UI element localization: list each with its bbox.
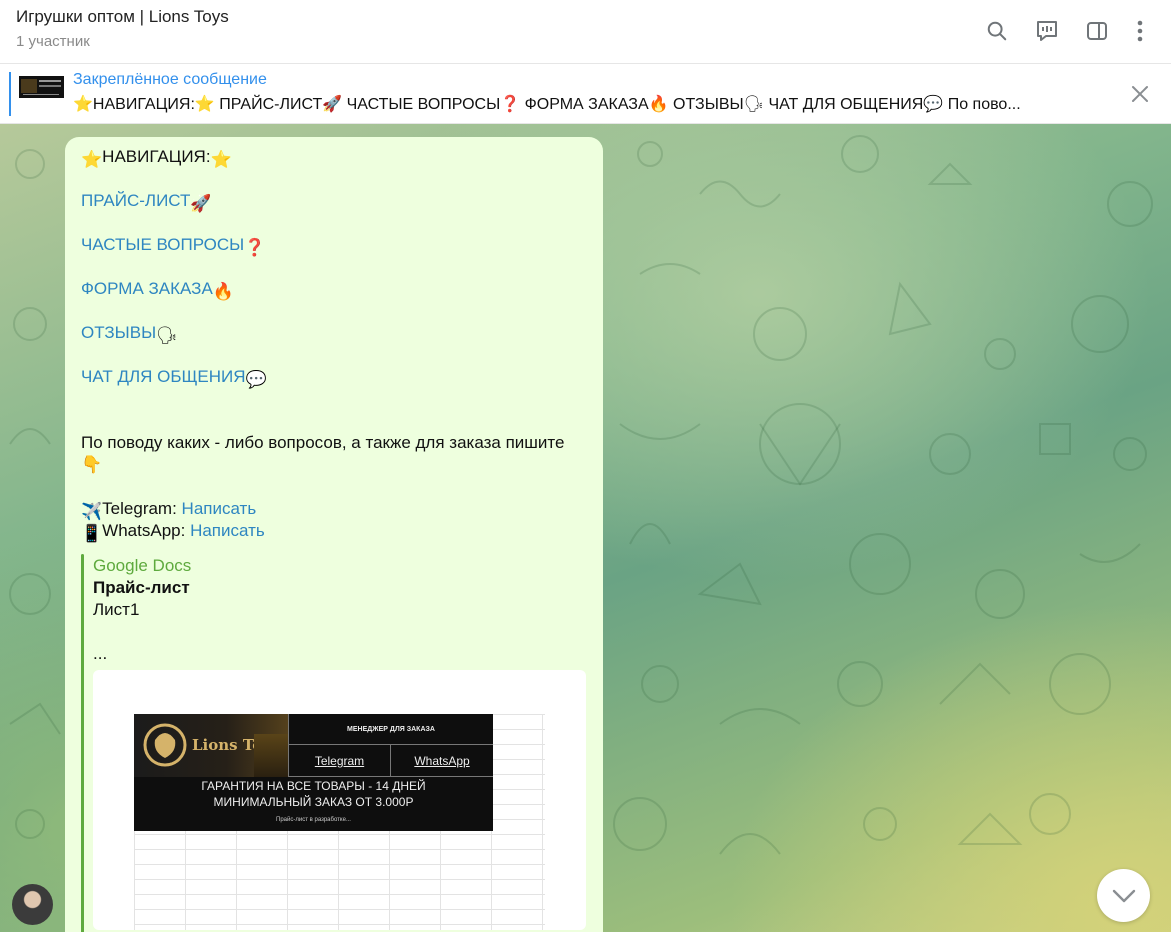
preview-image[interactable]: Lions Toys МЕНЕДЖЕР ДЛЯ ЗАКАЗА Telegram …	[93, 670, 586, 930]
nav-link-chat[interactable]: ЧАТ ДЛЯ ОБЩЕНИЯ💬	[81, 367, 267, 390]
chat-title[interactable]: Игрушки оптом | Lions Toys	[16, 7, 229, 27]
preview-accent-bar	[81, 554, 84, 932]
nav-link-label[interactable]: ФОРМА ЗАКАЗА	[81, 279, 213, 298]
speech-bubble-icon: 💬	[245, 370, 267, 389]
manager-header: МЕНЕДЖЕР ДЛЯ ЗАКАЗА	[288, 714, 493, 745]
avatar[interactable]	[12, 884, 53, 925]
preview-ellipsis: ...	[93, 644, 108, 663]
pinned-message[interactable]: Закреплённое сообщение ⭐️НАВИГАЦИЯ:⭐️ ПР…	[0, 64, 1171, 124]
contact-text: По поводу каких - либо вопросов, а также…	[81, 433, 565, 452]
nav-link-label[interactable]: ПРАЙС-ЛИСТ	[81, 191, 190, 210]
min-order-text: МИНИМАЛЬНЫЙ ЗАКАЗ ОТ 3.000Р	[213, 795, 414, 809]
banner-whatsapp: WhatsApp	[390, 745, 493, 777]
close-icon[interactable]	[1129, 83, 1151, 105]
nav-link-label[interactable]: ЧАСТЫЕ ВОПРОСЫ	[81, 235, 244, 254]
chevron-down-icon	[1112, 889, 1135, 902]
sidebar-toggle-icon[interactable]	[1084, 18, 1110, 44]
airplane-icon: ✈️	[81, 502, 103, 521]
telegram-label: Telegram:	[102, 499, 177, 518]
point-down-icon: 👇	[81, 455, 103, 474]
telegram-write-link[interactable]: Написать	[182, 499, 257, 518]
video-chat-icon[interactable]	[1034, 18, 1060, 44]
chat-background: ⭐НАВИГАЦИЯ:⭐ ПРАЙС-ЛИСТ🚀 ЧАСТЫЕ ВОПРОСЫ❓…	[0, 124, 1171, 932]
search-icon[interactable]	[984, 18, 1010, 44]
chat-header[interactable]: Игрушки оптом | Lions Toys 1 участник	[0, 0, 1171, 64]
message-bubble[interactable]: ⭐НАВИГАЦИЯ:⭐ ПРАЙС-ЛИСТ🚀 ЧАСТЫЕ ВОПРОСЫ❓…	[65, 137, 603, 932]
link-preview[interactable]: Google Docs Прайс-лист Лист1 ... Lions T…	[81, 554, 587, 932]
pinned-indicator	[9, 72, 11, 116]
nav-link-reviews[interactable]: ОТЗЫВЫ🗣	[81, 323, 178, 346]
guarantee-text: ГАРАНТИЯ НА ВСЕ ТОВАРЫ - 14 ДНЕЙ	[201, 779, 426, 793]
speaking-head-icon: 🗣	[156, 326, 178, 345]
lions-toys-logo: Lions Toys	[134, 714, 288, 777]
nav-link-label[interactable]: ЧАТ ДЛЯ ОБЩЕНИЯ	[81, 367, 246, 386]
nav-link-label[interactable]: ОТЗЫВЫ	[81, 323, 156, 342]
nav-title: ⭐НАВИГАЦИЯ:⭐	[81, 147, 232, 169]
preview-description: Лист1	[93, 600, 140, 619]
banner-telegram: Telegram	[288, 745, 390, 777]
more-icon[interactable]	[1127, 18, 1153, 44]
preview-title: Прайс-лист	[93, 578, 190, 597]
scroll-down-button[interactable]	[1097, 869, 1150, 922]
nav-link-order-form[interactable]: ФОРМА ЗАКАЗА🔥	[81, 279, 234, 302]
preview-site-name[interactable]: Google Docs	[93, 556, 191, 576]
pinned-label: Закреплённое сообщение	[73, 71, 267, 88]
pinned-thumbnail	[19, 76, 64, 98]
rocket-icon: 🚀	[190, 194, 212, 213]
whatsapp-contact: 📱WhatsApp: Написать	[81, 521, 265, 544]
whatsapp-write-link[interactable]: Написать	[190, 521, 265, 540]
whatsapp-label: WhatsApp:	[102, 521, 186, 540]
in-progress-note: Прайс-лист в разработке...	[276, 817, 351, 823]
price-list-banner: Lions Toys МЕНЕДЖЕР ДЛЯ ЗАКАЗА Telegram …	[134, 714, 493, 831]
question-icon: ❓	[244, 238, 266, 257]
star-icon: ⭐	[81, 150, 103, 169]
phone-icon: 📱	[81, 524, 103, 543]
nav-link-price[interactable]: ПРАЙС-ЛИСТ🚀	[81, 191, 212, 214]
telegram-contact: ✈️Telegram: Написать	[81, 499, 256, 522]
chat-subtitle: 1 участник	[16, 33, 90, 50]
star-icon: ⭐	[210, 150, 232, 169]
nav-link-faq[interactable]: ЧАСТЫЕ ВОПРОСЫ❓	[81, 235, 265, 258]
lion-icon	[143, 723, 187, 767]
fire-icon: 🔥	[212, 282, 234, 301]
pinned-text: ⭐️НАВИГАЦИЯ:⭐️ ПРАЙС-ЛИСТ🚀 ЧАСТЫЕ ВОПРОС…	[73, 96, 1021, 113]
